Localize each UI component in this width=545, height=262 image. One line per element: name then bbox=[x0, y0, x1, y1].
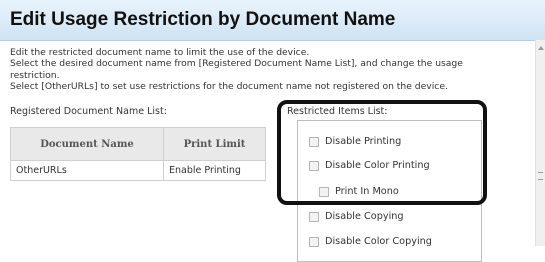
highlight-callout bbox=[277, 100, 487, 205]
empty-cell bbox=[164, 181, 266, 242]
restriction-label: Disable Color Copying bbox=[325, 236, 432, 247]
vertical-scrollbar[interactable] bbox=[535, 40, 545, 246]
registered-list-label: Registered Document Name List: bbox=[10, 106, 167, 117]
description: Edit the restricted document name to lim… bbox=[10, 47, 530, 92]
checkbox[interactable] bbox=[309, 236, 319, 247]
checkbox[interactable] bbox=[309, 211, 319, 222]
description-line: restriction. bbox=[10, 69, 60, 81]
scroll-grip-icon[interactable] bbox=[538, 172, 543, 180]
print-limit-cell[interactable]: Enable Printing bbox=[163, 160, 266, 181]
title-bar: Edit Usage Restriction by Document Name bbox=[0, 0, 545, 41]
document-name-cell[interactable]: OtherURLs bbox=[10, 160, 164, 181]
restriction-disable-copying[interactable]: Disable Copying bbox=[309, 211, 404, 222]
page-title: Edit Usage Restriction by Document Name bbox=[10, 9, 396, 30]
table-row[interactable]: OtherURLs Enable Printing bbox=[10, 160, 266, 181]
table-row-empty bbox=[11, 181, 266, 242]
scroll-up-arrow-icon[interactable] bbox=[538, 46, 544, 50]
column-header-print-limit: Print Limit bbox=[163, 127, 266, 161]
column-header-document-name: Document Name bbox=[10, 127, 164, 161]
empty-cell bbox=[11, 181, 164, 242]
restriction-disable-color-copying[interactable]: Disable Color Copying bbox=[309, 236, 432, 247]
description-line: Edit the restricted document name to lim… bbox=[10, 47, 310, 58]
description-line: Select the desired document name from [R… bbox=[10, 58, 463, 70]
registered-document-table: Document Name Print Limit OtherURLs Enab… bbox=[10, 127, 266, 241]
description-line: Select [OtherURLs] to set use restrictio… bbox=[10, 80, 448, 92]
restriction-label: Disable Copying bbox=[325, 211, 404, 222]
